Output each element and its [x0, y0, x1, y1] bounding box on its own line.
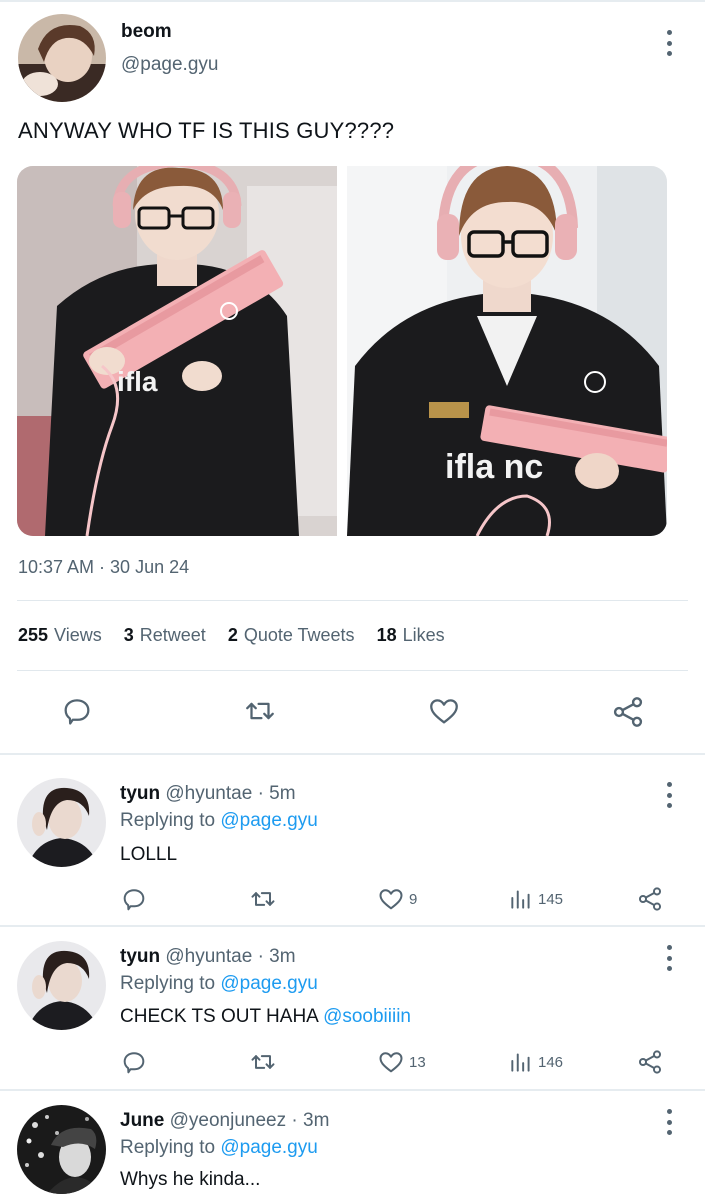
- retweet-label: Retweet: [139, 625, 206, 645]
- avatar[interactable]: [17, 1105, 106, 1194]
- top-divider: [0, 0, 705, 2]
- handle[interactable]: @yeonjuneez: [170, 1110, 286, 1131]
- svg-text:ifla: ifla: [117, 366, 158, 397]
- reply-tweet[interactable]: tyun @hyuntae · 5m Replying to @page.gyu…: [0, 755, 705, 925]
- replying-to-label: Replying to: [120, 810, 216, 831]
- reply-text-content: CHECK TS OUT HAHA: [120, 1006, 324, 1027]
- reply-actions: 13 146: [0, 1048, 705, 1078]
- retweet-icon[interactable]: [248, 1048, 278, 1076]
- handle[interactable]: @hyuntae: [165, 783, 252, 804]
- share-icon[interactable]: [636, 1048, 664, 1076]
- retweet-count: 3: [123, 625, 134, 645]
- replying-to-label: Replying to: [120, 1137, 216, 1158]
- reply-age: · 3m: [257, 946, 296, 967]
- like-icon: [379, 1052, 403, 1073]
- tweet-stats: 255 Views 3 Retweet 2 Quote Tweets 18 Likes: [18, 625, 467, 646]
- more-options-icon[interactable]: [662, 945, 676, 971]
- like-button[interactable]: 9: [377, 885, 417, 913]
- views-icon: [511, 890, 530, 909]
- views-stat[interactable]: 255 Views: [18, 625, 102, 646]
- handle[interactable]: @page.gyu: [121, 54, 218, 76]
- timestamp: 10:37 AM · 30 Jun 24: [18, 557, 190, 577]
- replying-to-link[interactable]: @page.gyu: [220, 973, 317, 994]
- tweet-photo[interactable]: ifla: [17, 166, 337, 536]
- reply-text-content: LOLLL: [120, 844, 178, 865]
- replying-to-link[interactable]: @page.gyu: [220, 810, 317, 831]
- views-count: 146: [538, 1053, 564, 1071]
- reply-age: · 3m: [291, 1110, 330, 1131]
- reply-header: tyun @hyuntae · 3m: [120, 946, 296, 968]
- divider: [17, 600, 688, 601]
- like-icon: [379, 889, 403, 910]
- likes-stat[interactable]: 18 Likes: [377, 625, 445, 646]
- reply-header: tyun @hyuntae · 5m: [120, 783, 296, 805]
- display-name[interactable]: tyun: [120, 783, 160, 804]
- reply-icon[interactable]: [120, 885, 148, 913]
- like-icon[interactable]: [426, 694, 462, 728]
- tweet-photo[interactable]: ifla nc: [347, 166, 667, 536]
- views-count: 255: [18, 625, 49, 645]
- more-options-icon[interactable]: [662, 30, 676, 56]
- reply-actions: 9 145: [0, 885, 705, 915]
- reply-icon[interactable]: [120, 1048, 148, 1076]
- like-count: 13: [409, 1053, 426, 1071]
- views-label: Views: [54, 625, 102, 645]
- tweet-text: ANYWAY WHO TF IS THIS GUY????: [18, 118, 395, 143]
- replying-to: Replying to @page.gyu: [120, 1137, 318, 1159]
- avatar[interactable]: [17, 941, 106, 1030]
- likes-count: 18: [376, 625, 397, 645]
- replying-to: Replying to @page.gyu: [120, 810, 318, 832]
- avatar[interactable]: [18, 14, 106, 102]
- reply-text: CHECK TS OUT HAHA @soobiiiin: [120, 1006, 411, 1028]
- retweet-stat[interactable]: 3 Retweet: [124, 625, 206, 646]
- reply-age: · 5m: [257, 783, 296, 804]
- reply-text: Whys he kinda...: [120, 1169, 260, 1191]
- more-options-icon[interactable]: [662, 782, 676, 808]
- share-icon[interactable]: [610, 694, 646, 730]
- views-icon: [511, 1053, 530, 1072]
- display-name[interactable]: beom: [121, 21, 172, 43]
- mention-link[interactable]: @soobiiiin: [323, 1006, 411, 1027]
- reply-text-content: Whys he kinda...: [120, 1169, 261, 1190]
- reply-header: June @yeonjuneez · 3m: [120, 1110, 329, 1132]
- views-count: 145: [538, 890, 564, 908]
- replying-to-link[interactable]: @page.gyu: [220, 1137, 317, 1158]
- display-name[interactable]: tyun: [120, 946, 160, 967]
- display-name[interactable]: June: [120, 1110, 164, 1131]
- reply-tweet[interactable]: tyun @hyuntae · 3m Replying to @page.gyu…: [0, 927, 705, 1089]
- quote-tweets-label: Quote Tweets: [243, 625, 355, 645]
- reply-text: LOLLL: [120, 844, 177, 866]
- divider: [17, 670, 688, 671]
- more-options-icon[interactable]: [662, 1109, 676, 1135]
- retweet-icon[interactable]: [242, 694, 278, 728]
- reply-tweet[interactable]: June @yeonjuneez · 3m Replying to @page.…: [0, 1091, 705, 1200]
- like-count: 9: [409, 890, 418, 908]
- share-icon[interactable]: [636, 885, 664, 913]
- views-button[interactable]: 146: [508, 1048, 563, 1076]
- avatar[interactable]: [17, 778, 106, 867]
- like-button[interactable]: 13: [377, 1048, 426, 1076]
- replying-to: Replying to @page.gyu: [120, 973, 318, 995]
- reply-icon[interactable]: [60, 694, 94, 728]
- svg-text:ifla nc: ifla nc: [445, 448, 543, 486]
- handle[interactable]: @hyuntae: [165, 946, 252, 967]
- views-button[interactable]: 145: [508, 885, 563, 913]
- likes-label: Likes: [402, 625, 445, 645]
- retweet-icon[interactable]: [248, 885, 278, 913]
- quote-tweets-stat[interactable]: 2 Quote Tweets: [228, 625, 355, 646]
- replying-to-label: Replying to: [120, 973, 216, 994]
- quote-tweets-count: 2: [227, 625, 238, 645]
